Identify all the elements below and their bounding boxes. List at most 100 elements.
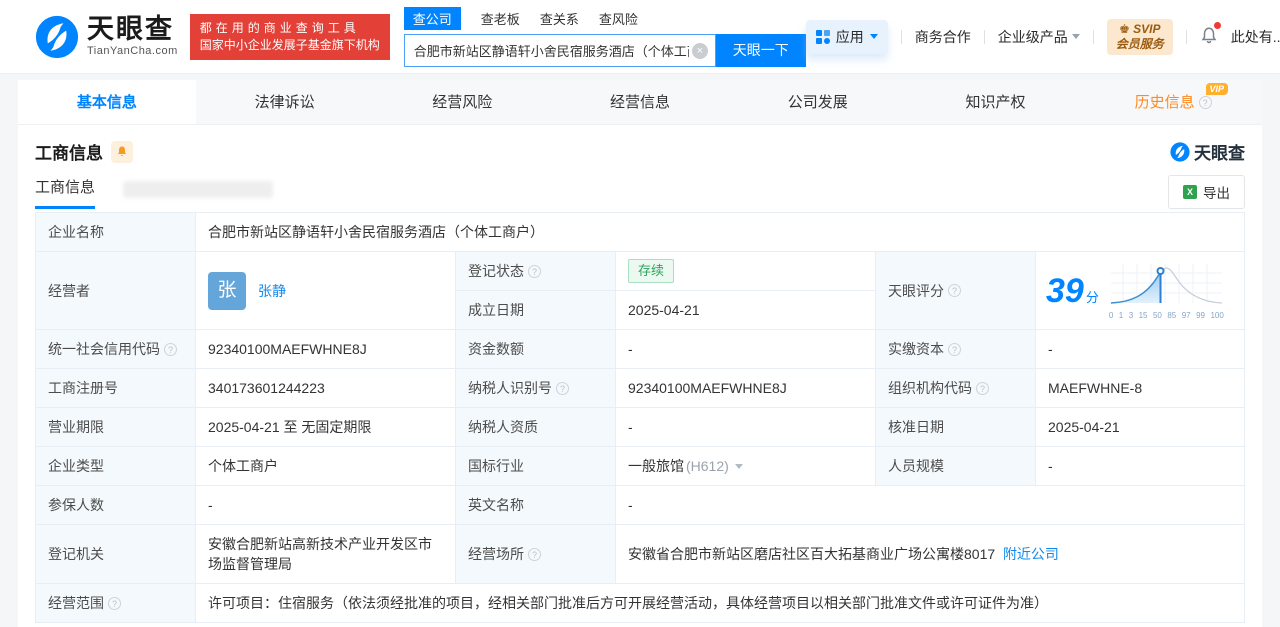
taxpayer-id-value: 92340100MAEFWHNE8J — [616, 369, 876, 408]
search-area: 查公司 查老板 查关系 查风险 × 天眼一下 — [404, 7, 806, 67]
help-icon[interactable]: ? — [528, 548, 541, 561]
chevron-down-icon — [870, 34, 878, 39]
business-scope-label: 经营范围? — [36, 584, 196, 622]
staff-size-value: - — [1036, 447, 1244, 486]
score-value: 39分 — [1036, 252, 1244, 330]
business-info-card: 工商信息 天眼查 工商信息 X 导出 — [18, 125, 1262, 627]
establish-date-label: 成立日期 — [456, 291, 616, 330]
company-type-label: 企业类型 — [36, 447, 196, 486]
tab-history-label: 历史信息 — [1135, 94, 1195, 111]
help-icon[interactable]: ? — [948, 284, 961, 297]
apps-menu-label: 应用 — [836, 27, 864, 47]
reg-status-label: 登记状态? — [456, 252, 616, 291]
user-account-menu[interactable]: 此处有... — [1231, 27, 1280, 47]
help-icon[interactable]: ? — [1199, 96, 1212, 109]
subscribe-bell-icon[interactable] — [111, 141, 133, 163]
slogan-line-1: 都在用的商业查询工具 — [200, 20, 380, 37]
help-icon[interactable]: ? — [528, 265, 541, 278]
company-name-label: 企业名称 — [36, 213, 196, 252]
nearby-companies-link[interactable]: 附近公司 — [1003, 544, 1059, 564]
score-unit: 分 — [1086, 290, 1099, 305]
org-code-value: MAEFWHNE-8 — [1036, 369, 1244, 408]
clear-search-icon[interactable]: × — [692, 43, 708, 59]
approval-date-value: 2025-04-21 — [1036, 408, 1244, 447]
table-row-operator: 经营者 张 张静 登记状态? 存续 天眼评分? 39分 — [36, 252, 1244, 330]
business-info-table: 企业名称 合肥市新站区静语轩小舍民宿服务酒店（个体工商户） 经营者 张 张静 登… — [35, 212, 1245, 623]
nav-business-cooperation[interactable]: 商务合作 — [915, 27, 971, 47]
search-button[interactable]: 天眼一下 — [716, 34, 806, 67]
operator-name-link[interactable]: 张静 — [258, 281, 286, 301]
help-icon[interactable]: ? — [948, 343, 961, 356]
divider — [984, 30, 985, 44]
tab-operating-risk[interactable]: 经营风险 — [373, 80, 551, 124]
operator-label: 经营者 — [36, 252, 196, 330]
export-button[interactable]: X 导出 — [1168, 175, 1245, 209]
blurred-subtab[interactable] — [123, 181, 273, 198]
svip-label-bottom: 会员服务 — [1116, 37, 1164, 52]
tab-history-info[interactable]: 历史信息? VIP — [1084, 80, 1262, 124]
credit-code-label: 统一社会信用代码? — [36, 330, 196, 369]
top-header: 天眼查 TianYanCha.com 都在用的商业查询工具 国家中小企业发展子基… — [0, 0, 1280, 74]
search-tab-relation[interactable]: 查关系 — [540, 9, 579, 28]
apps-menu-button[interactable]: 应用 — [806, 20, 888, 54]
industry-label: 国标行业 — [456, 447, 616, 486]
nav-enterprise-products[interactable]: 企业级产品 — [998, 27, 1080, 47]
insured-count-label: 参保人数 — [36, 486, 196, 525]
reg-authority-label: 登记机关 — [36, 525, 196, 584]
credit-code-value: 92340100MAEFWHNE8J — [196, 330, 456, 369]
table-row: 登记机关 安徽合肥新站高新技术产业开发区市场监督管理局 经营场所? 安徽省合肥市… — [36, 525, 1244, 584]
help-icon[interactable]: ? — [556, 382, 569, 395]
user-account-label: 此处有... — [1231, 27, 1280, 47]
company-name-value: 合肥市新站区静语轩小舍民宿服务酒店（个体工商户） — [196, 213, 1244, 252]
slogan-banner: 都在用的商业查询工具 国家中小企业发展子基金旗下机构 — [190, 14, 390, 60]
english-name-value: - — [616, 486, 1244, 525]
status-badge: 存续 — [628, 259, 674, 283]
tab-intellectual-property[interactable]: 知识产权 — [907, 80, 1085, 124]
help-icon[interactable]: ? — [164, 343, 177, 356]
english-name-label: 英文名称 — [456, 486, 616, 525]
tianyancha-logo[interactable]: 天眼查 TianYanCha.com — [35, 15, 178, 59]
search-tab-risk[interactable]: 查风险 — [599, 9, 638, 28]
staff-size-label: 人员规模 — [876, 447, 1036, 486]
notification-dot — [1214, 22, 1221, 29]
business-place-value: 安徽省合肥市新站区磨店社区百大拓基商业广场公寓楼8017 附近公司 — [616, 525, 1244, 584]
divider — [1093, 30, 1094, 44]
export-label: 导出 — [1203, 182, 1230, 202]
table-row: 经营范围? 许可项目：住宿服务（依法须经批准的项目，经相关部门批准后方可开展经营… — [36, 584, 1244, 622]
section-tabs: 基本信息 法律诉讼 经营风险 经营信息 公司发展 知识产权 历史信息? VIP — [18, 80, 1262, 125]
tianyancha-logo-icon — [35, 15, 79, 59]
svip-member-button[interactable]: ♚ SVIP 会员服务 — [1107, 19, 1173, 55]
establish-date-value: 2025-04-21 — [616, 291, 876, 330]
search-tab-company[interactable]: 查公司 — [404, 7, 461, 30]
taxpayer-quality-value: - — [616, 408, 876, 447]
notification-bell-icon[interactable] — [1200, 25, 1218, 48]
brand-domain: TianYanCha.com — [87, 45, 178, 57]
nav-enterprise-label: 企业级产品 — [998, 27, 1068, 47]
avatar[interactable]: 张 — [208, 272, 246, 310]
capital-amount-label: 资金数额 — [456, 330, 616, 369]
watermark-text: 天眼查 — [1194, 139, 1245, 164]
reg-status-value: 存续 — [616, 252, 876, 291]
reg-authority-value: 安徽合肥新站高新技术产业开发区市场监督管理局 — [196, 525, 456, 584]
search-box: × — [404, 34, 716, 67]
org-code-label: 组织机构代码? — [876, 369, 1036, 408]
score-distribution-chart: 0131550859799100 — [1109, 262, 1224, 320]
operator-value: 张 张静 — [196, 252, 456, 330]
search-input[interactable] — [405, 35, 715, 66]
business-scope-value: 许可项目：住宿服务（依法须经批准的项目，经相关部门批准后方可开展经营活动，具体经… — [196, 584, 1244, 622]
search-tab-boss[interactable]: 查老板 — [481, 9, 520, 28]
section-title: 工商信息 — [35, 139, 103, 164]
help-icon[interactable]: ? — [108, 597, 121, 610]
search-tabs: 查公司 查老板 查关系 查风险 — [404, 7, 806, 30]
tab-basic-info[interactable]: 基本信息 — [18, 80, 196, 124]
tab-company-development[interactable]: 公司发展 — [729, 80, 907, 124]
divider — [901, 30, 902, 44]
chevron-down-icon[interactable] — [735, 464, 743, 469]
score-axis-labels: 0131550859799100 — [1109, 311, 1224, 320]
tab-operating-info[interactable]: 经营信息 — [551, 80, 729, 124]
subtab-business-info[interactable]: 工商信息 — [35, 176, 95, 209]
industry-value[interactable]: 一般旅馆(H612) — [616, 447, 876, 486]
watermark-logo: 天眼查 — [1170, 139, 1245, 164]
help-icon[interactable]: ? — [976, 382, 989, 395]
tab-legal-proceedings[interactable]: 法律诉讼 — [196, 80, 374, 124]
